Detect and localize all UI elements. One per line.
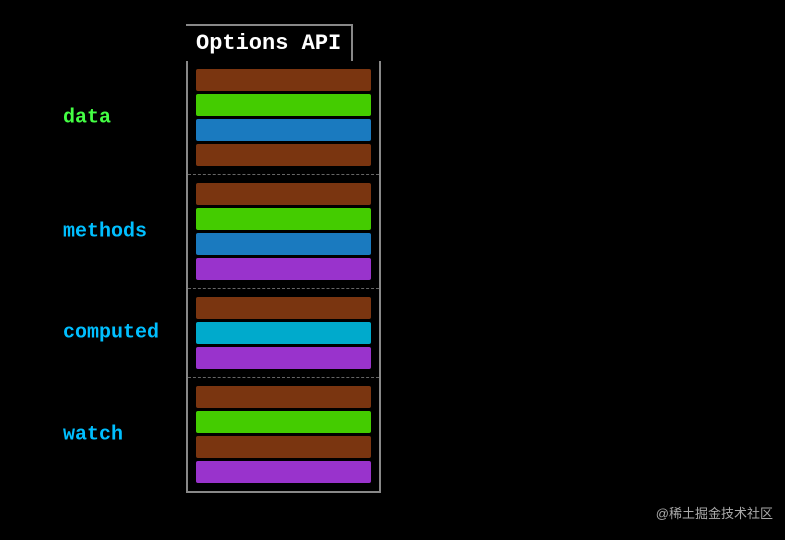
label-data: data (63, 106, 111, 129)
bar (196, 461, 371, 483)
bar (196, 69, 371, 91)
bar (196, 322, 371, 344)
bar (196, 347, 371, 369)
label-computed: computed (63, 322, 159, 345)
watermark: @稀土掘金技术社区 (656, 503, 773, 522)
bar (196, 94, 371, 116)
bar (196, 436, 371, 458)
label-methods: methods (63, 220, 147, 243)
label-watch: watch (63, 423, 123, 446)
section-methods: methods (188, 175, 379, 289)
section-watch: watch (188, 378, 379, 491)
bar (196, 258, 371, 280)
bar (196, 144, 371, 166)
bar (196, 386, 371, 408)
section-computed: computed (188, 289, 379, 378)
bar (196, 233, 371, 255)
bar (196, 119, 371, 141)
bar (196, 208, 371, 230)
diagram-title: Options API (186, 24, 353, 61)
section-data: data (188, 61, 379, 175)
bar (196, 183, 371, 205)
bar (196, 411, 371, 433)
bar (196, 297, 371, 319)
